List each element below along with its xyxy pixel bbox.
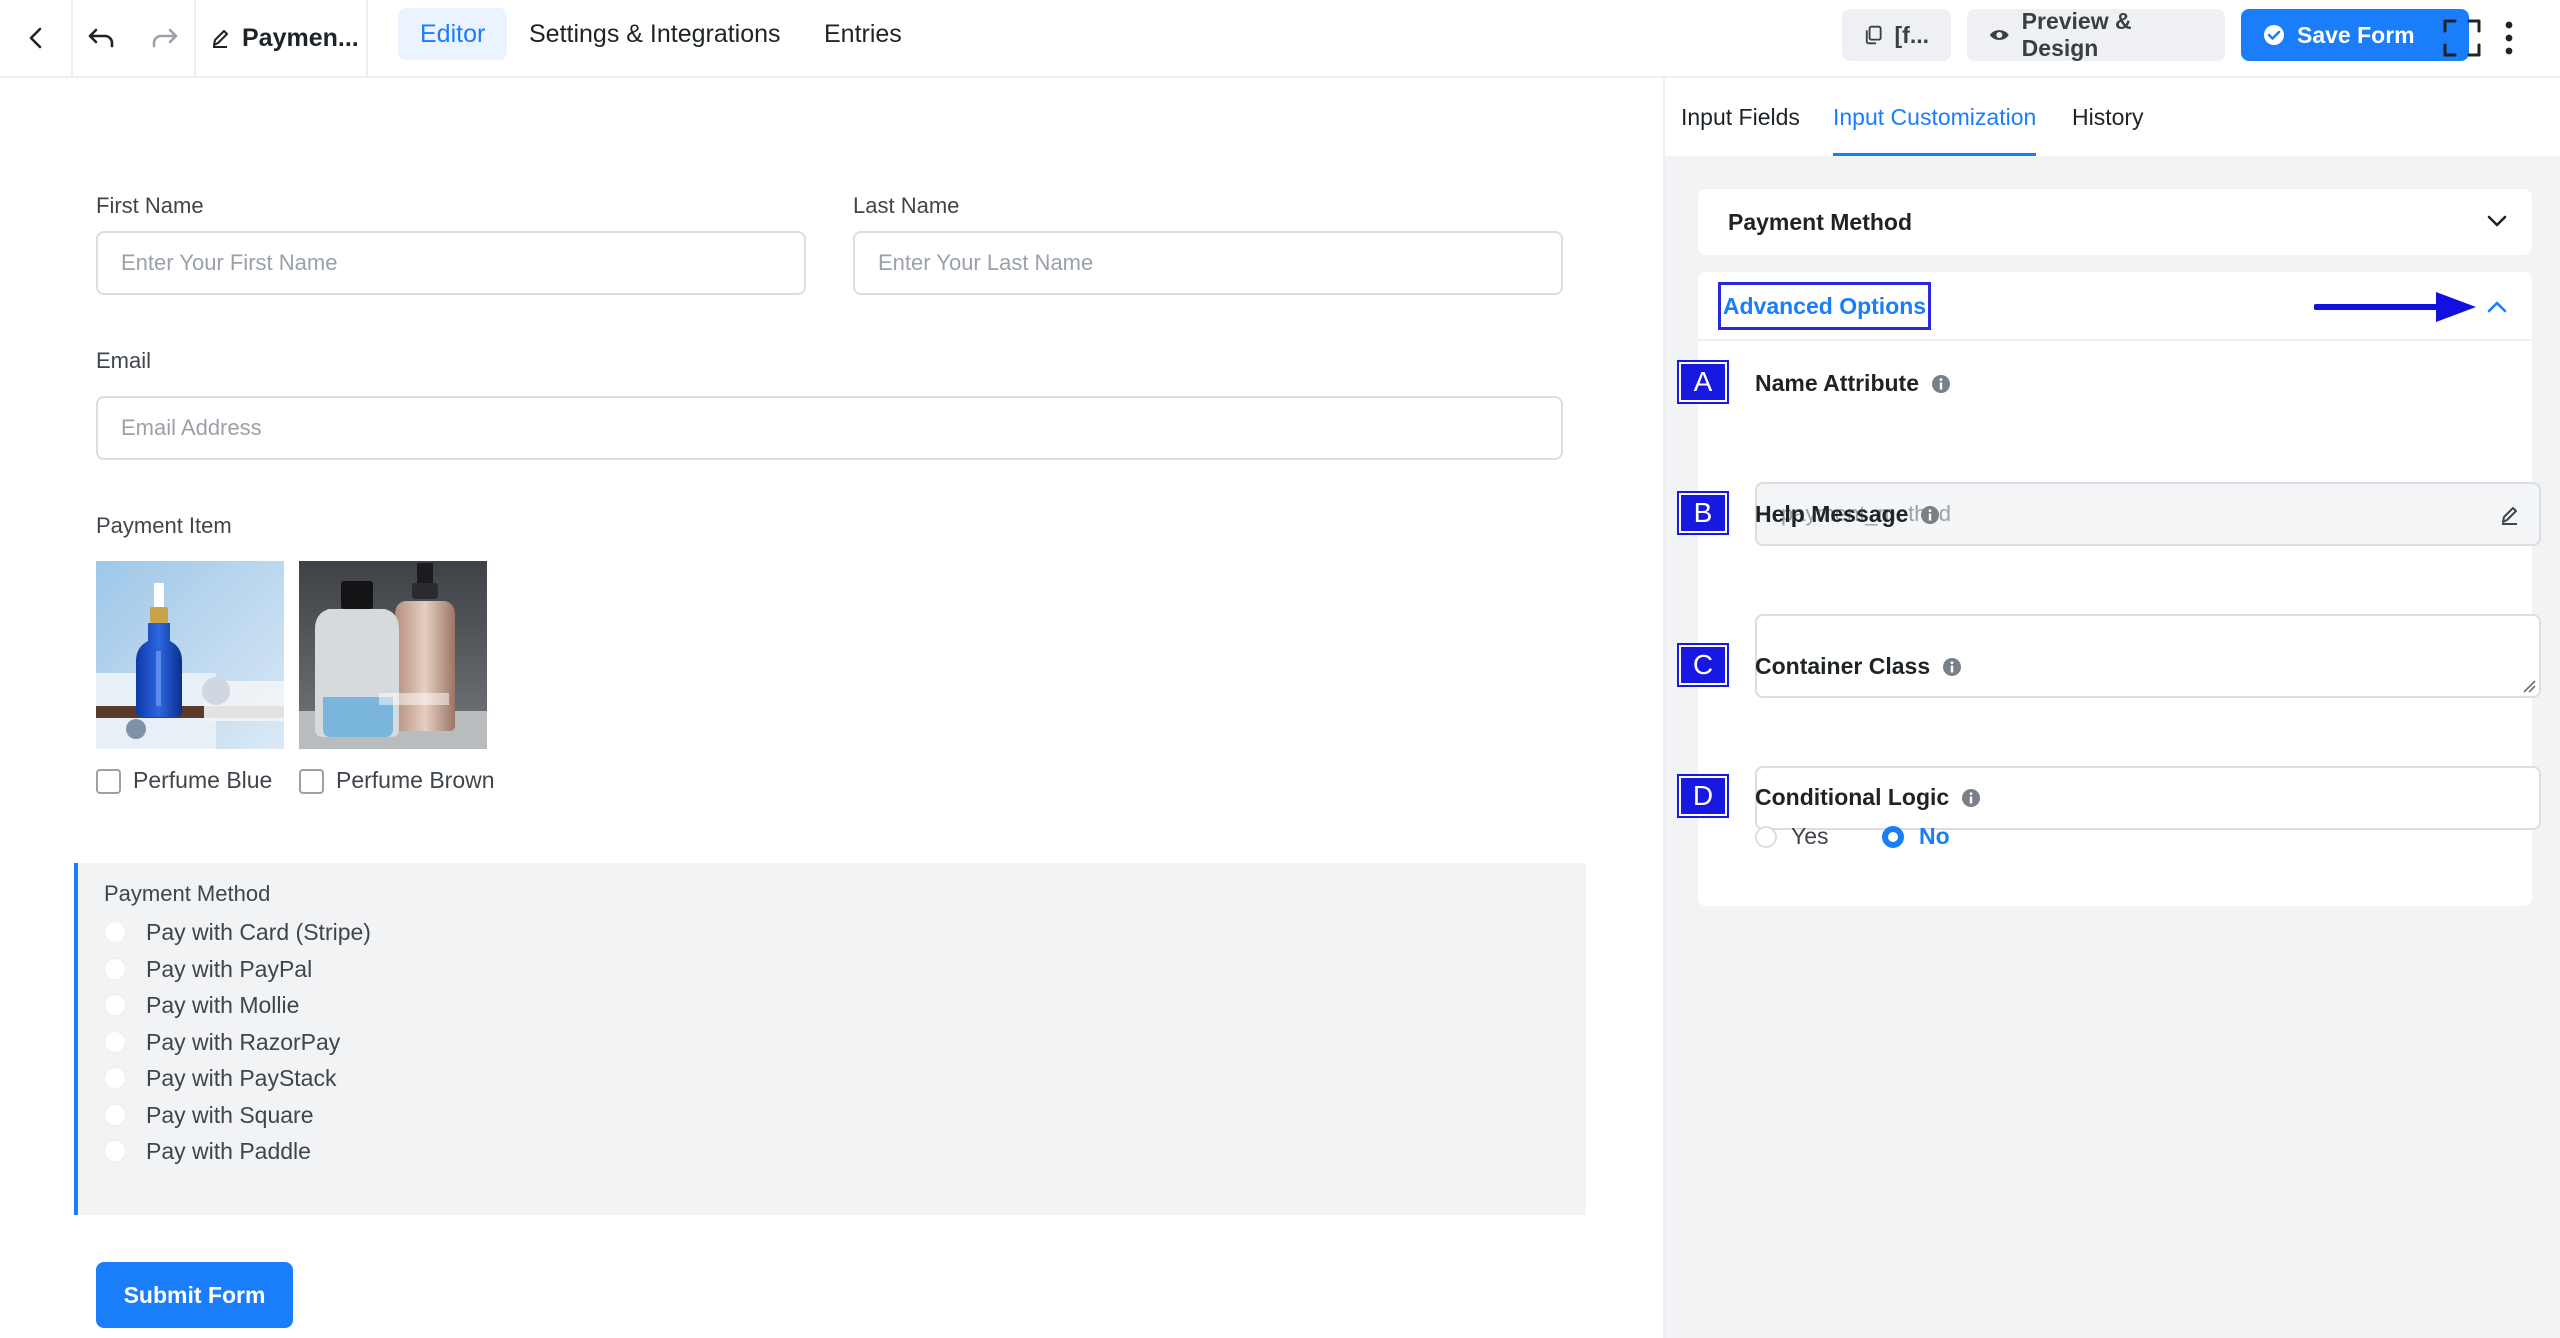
chevron-left-icon: [29, 27, 42, 49]
save-form-button[interactable]: Save Form: [2241, 9, 2469, 61]
more-options-button[interactable]: [2494, 0, 2524, 76]
info-icon: [1962, 788, 1981, 807]
conditional-logic-no-label[interactable]: No: [1919, 823, 1950, 850]
annotation-marker-d: D: [1677, 774, 1729, 818]
name-attribute-text: Name Attribute: [1755, 370, 1919, 396]
perfume-brown-label: Perfume Brown: [336, 767, 495, 793]
payment-option[interactable]: Pay with Mollie: [104, 990, 299, 1020]
annotation-marker-a: A: [1677, 360, 1729, 404]
container-class-text: Container Class: [1755, 653, 1931, 679]
back-button[interactable]: [0, 0, 72, 76]
tab-settings-integrations[interactable]: Settings & Integrations: [507, 8, 803, 60]
fullscreen-icon: [2443, 19, 2481, 57]
email-label: Email: [96, 348, 152, 373]
payment-method-label: Payment Method: [104, 881, 271, 906]
fullscreen-button[interactable]: [2442, 0, 2482, 76]
last-name-input[interactable]: Enter Your Last Name: [853, 231, 1563, 295]
radio-button[interactable]: [104, 1104, 126, 1126]
payment-item-label: Payment Item: [96, 513, 232, 538]
first-name-input[interactable]: Enter Your First Name: [96, 231, 806, 295]
payment-option-label: Pay with RazorPay: [146, 1028, 341, 1055]
conditional-logic-label: Conditional Logic: [1755, 784, 1981, 811]
top-toolbar: Paymen... Editor Settings & Integrations…: [0, 0, 2560, 78]
payment-option-label: Pay with PayStack: [146, 1064, 337, 1091]
payment-method-section-title: Payment Method: [1728, 209, 1913, 235]
radio-button[interactable]: [104, 958, 126, 980]
tab-entries[interactable]: Entries: [802, 8, 924, 60]
eye-icon: [1989, 30, 2009, 40]
radio-button[interactable]: [104, 1031, 126, 1053]
payment-option[interactable]: Pay with Square: [104, 1100, 313, 1130]
sidebar-tabs: Input Fields Input Customization History: [1665, 78, 2560, 156]
pencil-icon[interactable]: [2499, 504, 2521, 526]
settings-sidebar: Input Fields Input Customization History…: [1663, 78, 2560, 1338]
check-circle-icon: [2264, 25, 2284, 45]
redo-button[interactable]: [136, 0, 194, 76]
pencil-icon: [213, 30, 228, 48]
shortcode-label: [f...: [1894, 21, 1930, 48]
tab-editor[interactable]: Editor: [398, 8, 508, 60]
advanced-options-title[interactable]: Advanced Options: [1718, 282, 1931, 330]
conditional-logic-yes-label[interactable]: Yes: [1791, 823, 1829, 850]
payment-option[interactable]: Pay with Card (Stripe): [104, 917, 371, 947]
payment-option-label: Pay with Card (Stripe): [146, 918, 371, 945]
payment-option-label: Pay with Paddle: [146, 1137, 311, 1164]
submit-form-button[interactable]: Submit Form: [96, 1262, 293, 1328]
shortcode-button[interactable]: [f...: [1842, 9, 1951, 61]
undo-icon: [88, 28, 114, 48]
form-name-button[interactable]: Paymen...: [200, 0, 365, 76]
tab-input-fields[interactable]: Input Fields: [1681, 78, 1800, 156]
help-message-text: Help Message: [1755, 501, 1909, 527]
info-icon: [1932, 374, 1950, 393]
radio-button[interactable]: [104, 1140, 126, 1162]
first-name-label: First Name: [96, 193, 204, 218]
info-icon: [1921, 505, 1940, 524]
payment-option[interactable]: Pay with PayStack: [104, 1063, 336, 1093]
conditional-logic-yes-radio[interactable]: [1755, 826, 1777, 848]
vertical-dots-icon: [2505, 21, 2513, 55]
perfume-blue-image[interactable]: [96, 561, 284, 749]
tab-history[interactable]: History: [2072, 78, 2144, 156]
payment-option-label: Pay with Mollie: [146, 991, 300, 1018]
last-name-label: Last Name: [853, 193, 960, 218]
conditional-logic-text: Conditional Logic: [1755, 784, 1950, 810]
conditional-logic-no-radio[interactable]: [1882, 826, 1904, 848]
arrow-right-icon: [2314, 292, 2476, 322]
copy-icon: [1865, 25, 1882, 45]
save-form-label: Save Form: [2297, 21, 2415, 48]
preview-design-button[interactable]: Preview & Design: [1967, 8, 2225, 61]
undo-button[interactable]: [72, 0, 130, 76]
payment-method-section-header[interactable]: Payment Method: [1698, 189, 2532, 255]
resize-handle-icon[interactable]: [2522, 679, 2536, 693]
payment-option[interactable]: Pay with PayPal: [104, 954, 312, 984]
radio-button[interactable]: [104, 1067, 126, 1089]
tab-input-customization[interactable]: Input Customization: [1833, 78, 2037, 156]
redo-icon: [152, 28, 178, 48]
perfume-blue-label: Perfume Blue: [133, 767, 273, 793]
payment-method-field[interactable]: Payment Method Pay with Card (Stripe) Pa…: [74, 863, 1586, 1215]
form-name: Paymen...: [242, 23, 359, 52]
payment-option-label: Pay with PayPal: [146, 955, 313, 982]
advanced-options-section: Advanced Options A Name Attribute paymen…: [1677, 272, 2541, 906]
payment-option[interactable]: Pay with RazorPay: [104, 1027, 340, 1057]
name-attribute-label: Name Attribute: [1755, 370, 1951, 397]
chevron-down-icon: [2487, 215, 2507, 227]
chevron-up-icon[interactable]: [2487, 300, 2507, 314]
payment-option[interactable]: Pay with Paddle: [104, 1136, 311, 1166]
radio-button[interactable]: [104, 994, 126, 1016]
annotation-marker-b: B: [1677, 491, 1729, 535]
section-divider: [1698, 339, 2532, 341]
perfume-brown-checkbox[interactable]: [299, 769, 324, 794]
email-input[interactable]: Email Address: [96, 396, 1563, 460]
radio-button[interactable]: [104, 921, 126, 943]
container-class-label: Container Class: [1755, 653, 1962, 680]
annotation-marker-c: C: [1677, 643, 1729, 687]
perfume-blue-checkbox[interactable]: [96, 769, 121, 794]
payment-option-label: Pay with Square: [146, 1101, 314, 1128]
perfume-brown-image[interactable]: [299, 561, 487, 749]
info-icon: [1943, 657, 1962, 676]
preview-design-label: Preview & Design: [2021, 8, 2132, 61]
help-message-label: Help Message: [1755, 501, 1940, 528]
